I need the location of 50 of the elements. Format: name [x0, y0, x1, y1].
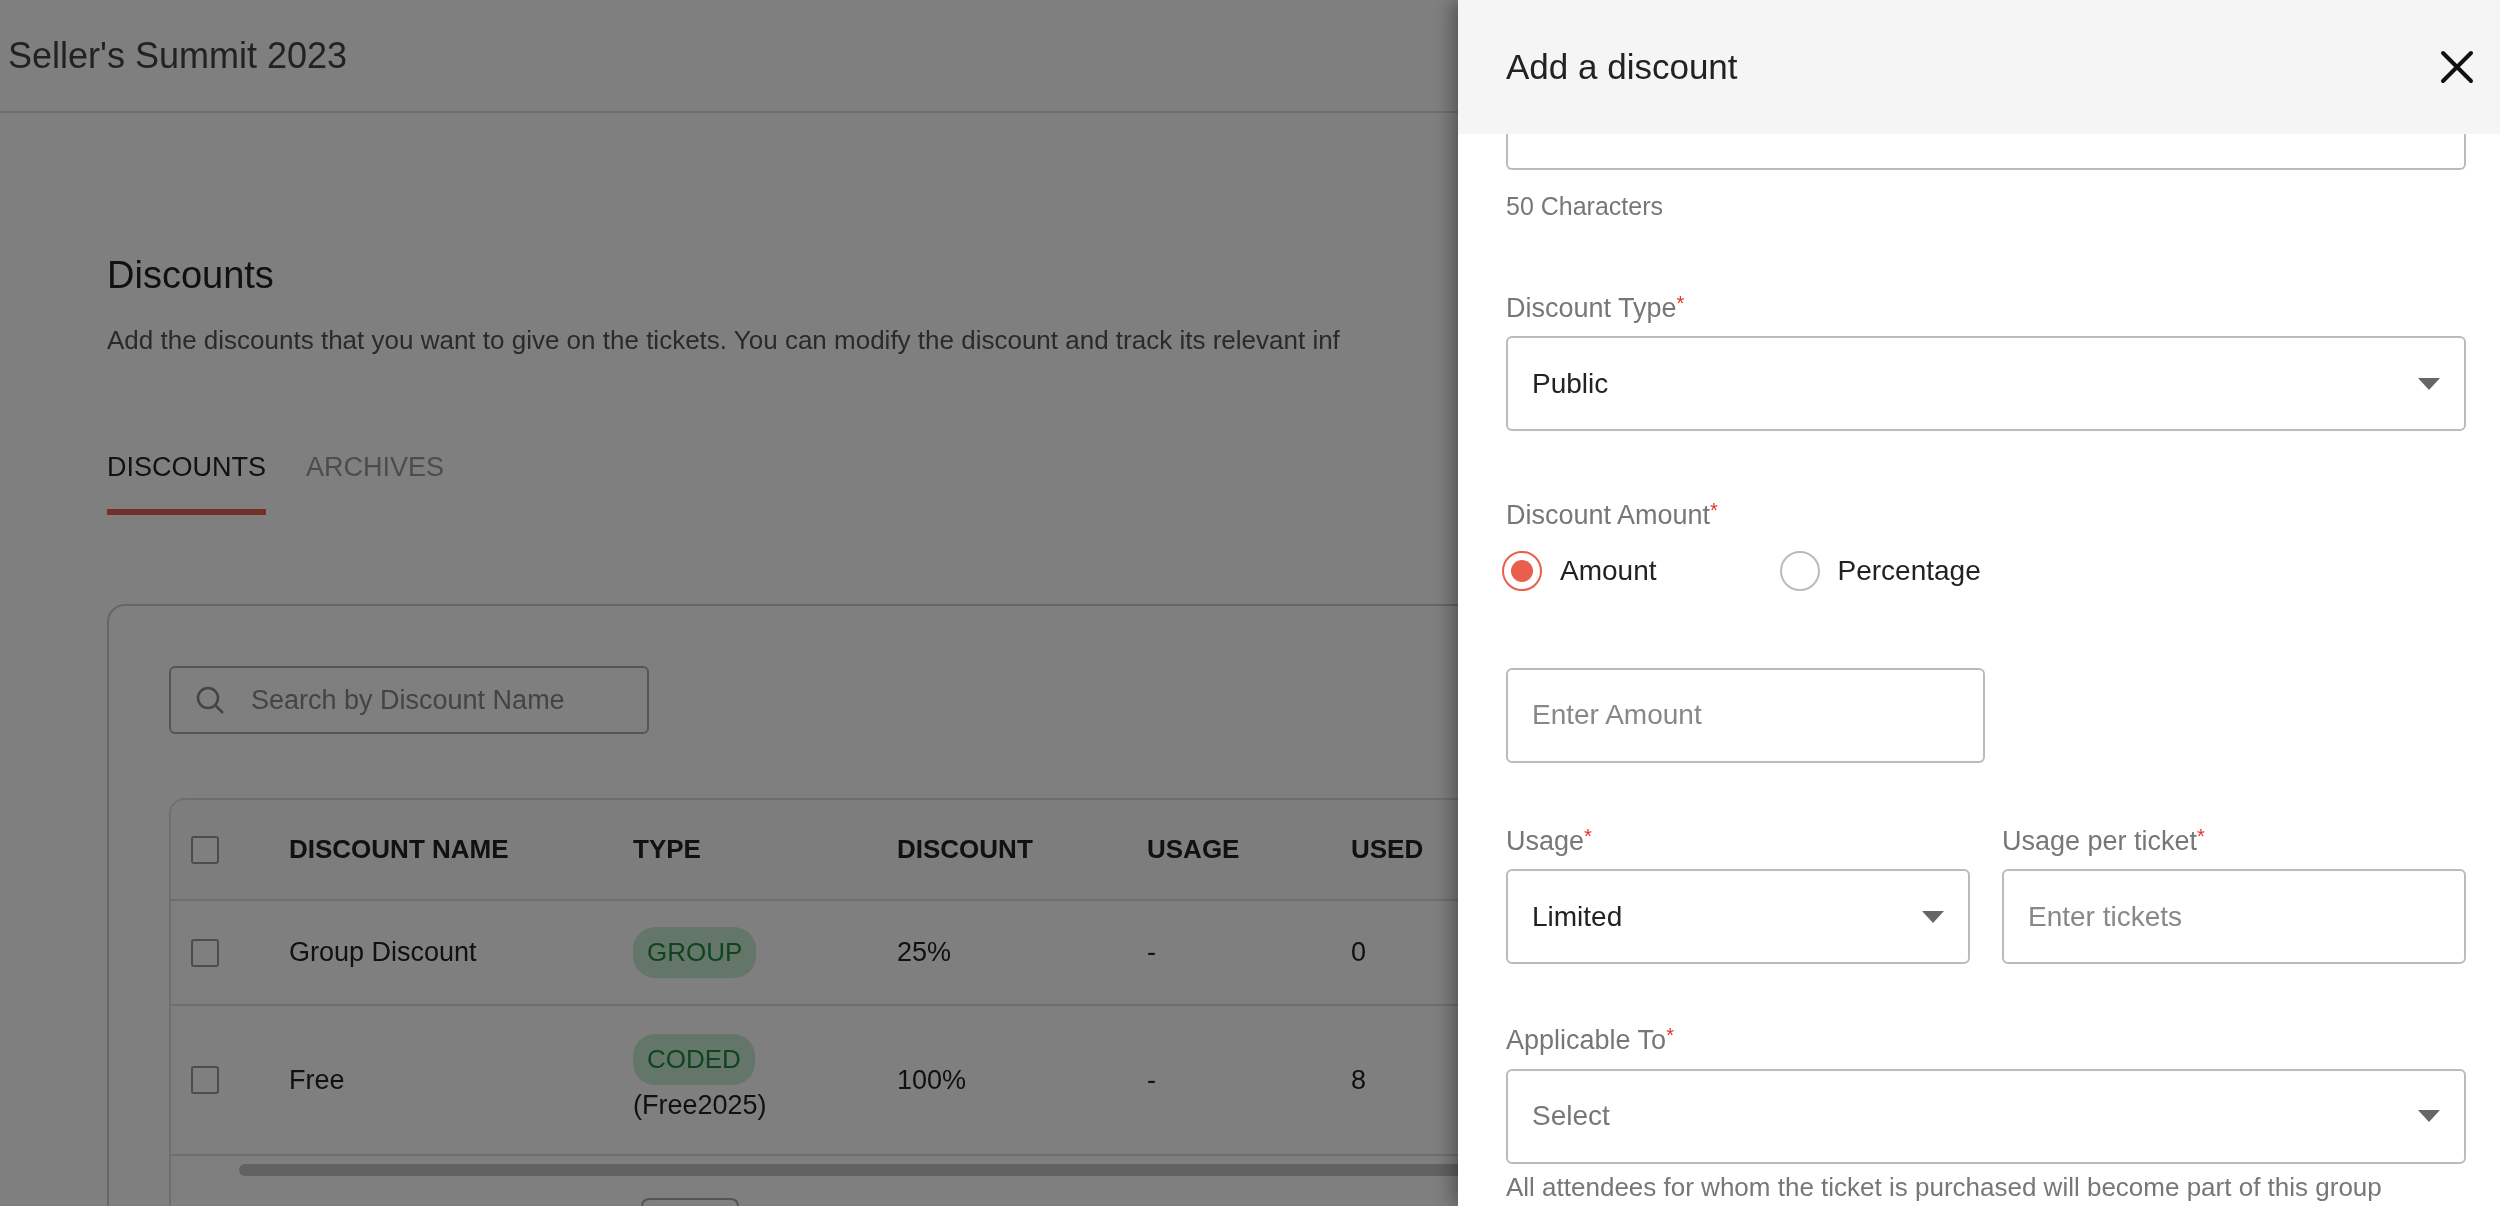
radio-option[interactable]: Amount — [1502, 549, 1657, 592]
close-icon — [2440, 50, 2474, 84]
column-header: USED — [1351, 834, 1424, 865]
discount-name: Free — [289, 1064, 345, 1095]
discount-code: (Free2025) — [633, 1089, 768, 1123]
required-mark: * — [1710, 499, 1718, 521]
help-text: All attendees for whom the ticket is purchased will become part of this group — [1506, 1170, 2383, 1204]
search-field[interactable]: Search by Discount Name — [169, 666, 649, 735]
field-label: Discount Type* — [1506, 290, 1686, 325]
dropdown[interactable]: Public — [1506, 336, 2466, 431]
event-title: Seller's Summit 2023 — [8, 33, 347, 78]
panel-title: Add a discount — [1506, 45, 1738, 88]
type-tag: GROUP — [633, 927, 757, 979]
required-mark: * — [1666, 1024, 1674, 1046]
discount-name: Group Discount — [289, 937, 477, 968]
tab[interactable]: DISCOUNTS — [107, 446, 266, 516]
field-label: Usage* — [1506, 823, 1593, 858]
row-checkbox[interactable] — [191, 1066, 219, 1095]
column-header: DISCOUNT — [897, 834, 1033, 865]
required-mark: * — [1676, 291, 1685, 314]
tickets-input[interactable]: Enter tickets — [2002, 869, 2466, 964]
row-checkbox[interactable] — [191, 938, 219, 967]
page-description: Add the discounts that you want to give on the tickets. You can modify the discount and track its relevant inf — [107, 323, 1340, 357]
dropdown[interactable]: Select — [1506, 1068, 2466, 1164]
select-all-checkbox[interactable] — [191, 835, 219, 864]
search-icon — [195, 685, 225, 716]
usage-value: - — [1147, 937, 1156, 968]
page-title: Discounts — [107, 253, 275, 298]
required-mark: * — [1584, 824, 1592, 847]
text-field[interactable] — [1506, 134, 2466, 170]
column-header: TYPE — [633, 834, 701, 865]
radio-option[interactable]: Percentage — [1779, 549, 1981, 592]
caret-icon — [2418, 1110, 2440, 1122]
column-header: USAGE — [1147, 834, 1240, 865]
dropdown[interactable]: Limited — [1506, 869, 1970, 964]
used-count: 8 — [1351, 1064, 1367, 1095]
caret-icon — [2418, 377, 2440, 390]
field-label: Usage per ticket* — [2002, 823, 2206, 858]
amount-input[interactable]: Enter Amount — [1506, 667, 1985, 763]
character-limit-hint: 50 Characters — [1506, 191, 1665, 222]
caret-icon — [1922, 910, 1944, 923]
field-label: Discount Amount* — [1506, 498, 1719, 532]
usage-value: - — [1147, 1064, 1156, 1095]
column-header: DISCOUNT NAME — [289, 834, 509, 865]
required-mark: * — [2197, 824, 2205, 847]
discount-value: 100% — [897, 1064, 967, 1095]
discount-value: 25% — [897, 937, 952, 968]
used-count: 0 — [1351, 937, 1367, 968]
field-label: Applicable To* — [1506, 1023, 1675, 1057]
type-tag: CODED — [633, 1034, 755, 1086]
